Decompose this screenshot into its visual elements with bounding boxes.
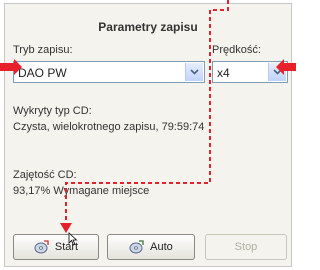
speed-value: x4: [217, 66, 230, 80]
mouse-pointer-icon: [68, 232, 78, 249]
cd-usage-label: Zajętość CD:: [13, 169, 77, 181]
start-button[interactable]: Start: [13, 234, 99, 260]
auto-button-label: Auto: [150, 241, 173, 253]
stop-button-label: Stop: [234, 241, 258, 253]
write-settings-dialog: Parametry zapisu Tryb zapisu: DAO PW Prę…: [4, 3, 292, 267]
cd-burn-icon: [34, 240, 50, 254]
chevron-down-icon[interactable]: [185, 63, 203, 81]
stop-button: Stop: [205, 234, 287, 260]
write-mode-value: DAO PW: [18, 66, 67, 80]
write-mode-select[interactable]: DAO PW: [13, 61, 205, 83]
speed-select[interactable]: x4: [212, 61, 288, 83]
cd-usage-value: 93,17% Wymagane miejsce: [13, 185, 150, 197]
chevron-down-icon[interactable]: [268, 63, 286, 81]
detected-cd-value: Czysta, wielokrotnego zapisu, 79:59:74: [13, 121, 205, 133]
cd-auto-icon: [129, 240, 145, 254]
dialog-title: Parametry zapisu: [98, 20, 198, 34]
speed-label: Prędkość:: [212, 44, 261, 56]
auto-button[interactable]: Auto: [107, 234, 195, 260]
write-mode-label: Tryb zapisu:: [13, 44, 73, 56]
detected-cd-label: Wykryty typ CD:: [13, 105, 92, 117]
